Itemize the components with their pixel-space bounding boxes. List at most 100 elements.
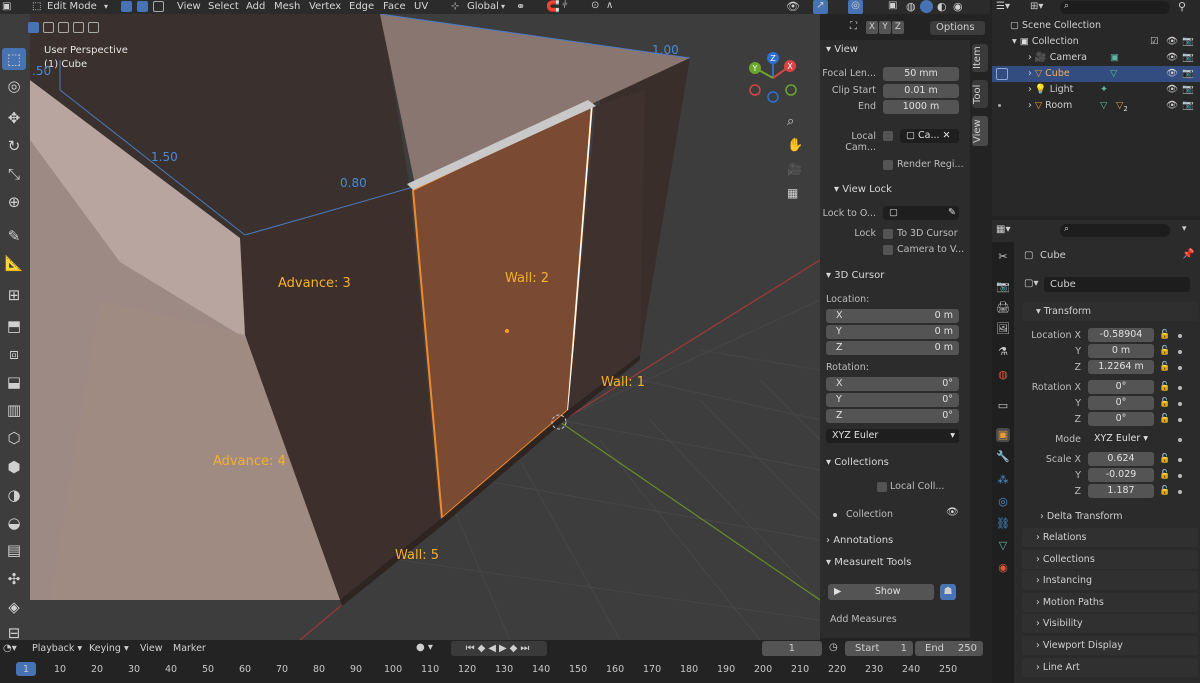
select-intersect-icon[interactable]: [88, 22, 99, 33]
collections-section-header[interactable]: › Collections: [1022, 550, 1198, 569]
outliner-editor-icon[interactable]: ☰▾: [996, 1, 1010, 12]
keyframe-dot[interactable]: [1178, 438, 1182, 442]
scale-z-field[interactable]: 1.187: [1088, 484, 1154, 498]
falloff-icon[interactable]: ∧: [606, 0, 613, 11]
axis-y-toggle[interactable]: Y: [879, 21, 891, 34]
menu-uv[interactable]: UV: [411, 0, 431, 14]
overlay-icon[interactable]: ◎: [848, 0, 863, 14]
zoom-icon[interactable]: ⌕: [787, 114, 803, 130]
snap-target-icon[interactable]: ⫩: [562, 0, 568, 11]
camera-to-view-checkbox[interactable]: [883, 245, 893, 255]
scale-tool-icon[interactable]: ⤡: [2, 163, 26, 185]
record-icon[interactable]: ● ▾: [416, 642, 433, 653]
keyframe-dot[interactable]: [1178, 350, 1182, 354]
location-z-field[interactable]: 1.2264 m: [1088, 360, 1154, 374]
properties-editor-icon[interactable]: ▦▾: [996, 224, 1010, 235]
edge-select-icon[interactable]: [137, 1, 148, 12]
camera-view-icon[interactable]: 🎥: [787, 162, 803, 178]
eye-icon[interactable]: 👁: [1166, 34, 1178, 50]
shading-material-icon[interactable]: ◐: [937, 0, 947, 13]
outliner-row-light[interactable]: › 💡 Light ✦ 👁 📷: [992, 82, 1200, 98]
options-button[interactable]: Options: [930, 21, 985, 35]
measure-tool-icon[interactable]: 📐: [2, 252, 26, 274]
render-tab-icon[interactable]: 📷: [996, 280, 1010, 294]
knife-tool-icon[interactable]: ⬡: [2, 427, 26, 449]
start-frame-field[interactable]: Start 1: [845, 641, 913, 656]
poly-build-tool-icon[interactable]: ⬢: [2, 456, 26, 478]
outliner-scene-collection[interactable]: ▢ Scene Collection: [992, 18, 1200, 34]
delta-transform-header[interactable]: › Delta Transform: [1022, 507, 1198, 526]
lock-icon[interactable]: 🔓: [1159, 398, 1170, 408]
view-lock-header[interactable]: ▾ View Lock: [834, 184, 892, 195]
camera-render-icon[interactable]: 📷: [1182, 50, 1194, 66]
rotation-mode-select[interactable]: XYZ Euler ▾: [1088, 432, 1154, 446]
camera-render-icon[interactable]: 📷: [1182, 66, 1194, 82]
xray-icon[interactable]: ▣: [888, 0, 897, 11]
rotate-tool-icon[interactable]: ↻: [2, 135, 26, 157]
cursor-tool-icon[interactable]: ◎: [2, 75, 26, 97]
chevron-down-icon[interactable]: ▾: [1182, 224, 1187, 234]
marker-menu[interactable]: Marker: [173, 643, 206, 654]
inset-tool-icon[interactable]: ⧈: [2, 343, 26, 365]
lock-to-object-field[interactable]: ▢ ✎: [883, 206, 959, 220]
physics-tab-icon[interactable]: ◎: [996, 495, 1010, 509]
3d-viewport[interactable]: [0, 14, 820, 640]
shading-rendered-icon[interactable]: ◉: [953, 0, 963, 13]
keyframe-dot[interactable]: [1178, 458, 1182, 462]
clip-start-field[interactable]: 0.01 m: [883, 84, 959, 98]
eye-icon[interactable]: 👁: [1166, 82, 1178, 98]
data-tab-icon[interactable]: ▽: [996, 539, 1010, 553]
material-tab-icon[interactable]: ◉: [996, 561, 1010, 575]
output-tab-icon[interactable]: 🖨: [996, 301, 1010, 315]
menu-add[interactable]: Add: [243, 0, 268, 14]
tool-tab-icon[interactable]: ✂: [996, 250, 1010, 264]
keying-menu[interactable]: Keying ▾: [89, 643, 129, 654]
bevel-tool-icon[interactable]: ⬓: [2, 371, 26, 393]
editor-type-icon[interactable]: ▣: [2, 1, 16, 13]
eye-icon[interactable]: 👁: [1166, 50, 1178, 66]
collection-tab-icon[interactable]: ▭: [996, 399, 1010, 413]
menu-face[interactable]: Face: [380, 0, 409, 14]
outliner-filter-funnel-icon[interactable]: ⚲: [1178, 0, 1186, 13]
lock-icon[interactable]: 🔓: [1159, 346, 1170, 356]
eye-icon[interactable]: 👁: [1166, 98, 1178, 114]
current-frame-field[interactable]: 1: [762, 641, 822, 656]
particles-tab-icon[interactable]: ⁂: [996, 473, 1010, 487]
outliner-filter-icon[interactable]: ⊞▾: [1030, 1, 1043, 12]
cursor-rot-z-field[interactable]: Z 0°: [826, 409, 959, 423]
shading-solid-icon[interactable]: [920, 0, 933, 13]
rotation-y-field[interactable]: 0°: [1088, 396, 1154, 410]
local-camera-checkbox[interactable]: [883, 131, 893, 141]
lock-icon[interactable]: 🔓: [1159, 454, 1170, 464]
cursor-x-field[interactable]: X0 m: [826, 309, 959, 323]
mode-select[interactable]: Edit Mode: [44, 0, 100, 14]
relations-section-header[interactable]: › Relations: [1022, 528, 1198, 547]
jump-start-icon[interactable]: ⏮◆◀▶◆⏭: [451, 641, 547, 656]
tab-view[interactable]: View: [972, 116, 988, 146]
visibility-section-header[interactable]: › Visibility: [1022, 614, 1198, 633]
end-frame-field[interactable]: End 250: [915, 641, 983, 656]
constraint-tab-icon[interactable]: ⛓: [996, 517, 1010, 531]
keyframe-dot[interactable]: [1178, 490, 1182, 494]
render-region-checkbox[interactable]: [883, 160, 893, 170]
select-box-tool-icon[interactable]: ⬚: [2, 48, 26, 70]
eye-icon[interactable]: 👁: [946, 507, 959, 518]
view-section-header[interactable]: ▾ View: [826, 44, 858, 55]
line-art-section-header[interactable]: › Line Art: [1022, 658, 1198, 677]
menu-vertex[interactable]: Vertex: [306, 0, 344, 14]
rotation-x-field[interactable]: 0°: [1088, 380, 1154, 394]
cursor-rot-y-field[interactable]: Y 0°: [826, 393, 959, 407]
spin-tool-icon[interactable]: ◑: [2, 484, 26, 506]
pivot-icon[interactable]: ⚭: [516, 0, 525, 13]
shrink-tool-icon[interactable]: ✣: [2, 568, 26, 590]
axis-x-toggle[interactable]: X: [866, 21, 878, 34]
timeline-editor-icon[interactable]: ◔▾: [3, 643, 17, 654]
outliner-row-room[interactable]: › ▽ Room ▽ ▽2 👁 📷: [992, 98, 1200, 114]
location-x-field[interactable]: -0.58904: [1088, 328, 1154, 342]
cursor-y-field[interactable]: Y0 m: [826, 325, 959, 339]
menu-select[interactable]: Select: [205, 0, 242, 14]
select-new-icon[interactable]: [28, 22, 39, 33]
cursor-rot-x-field[interactable]: X 0°: [826, 377, 959, 391]
select-extend-icon[interactable]: [43, 22, 54, 33]
clip-end-field[interactable]: 1000 m: [883, 100, 959, 114]
